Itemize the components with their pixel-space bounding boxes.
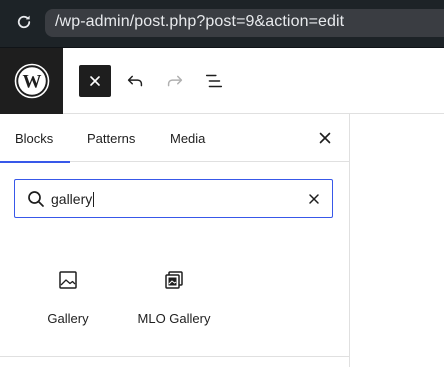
- wordpress-logo-icon[interactable]: W: [0, 48, 63, 114]
- inserter-tabs: Blocks Patterns Media: [0, 114, 349, 163]
- search-input-value[interactable]: gallery: [51, 191, 94, 207]
- block-inserter-panel: Blocks Patterns Media gallery Gallery ML…: [0, 114, 350, 367]
- address-bar-url[interactable]: /wp-admin/post.php?post=9&action=edit: [55, 13, 344, 31]
- tab-blocks[interactable]: Blocks: [0, 114, 70, 163]
- block-item-gallery[interactable]: Gallery: [18, 269, 118, 327]
- redo-button[interactable]: [159, 65, 191, 97]
- list-view-icon: [205, 74, 223, 88]
- redo-icon: [167, 75, 183, 87]
- list-view-button[interactable]: [198, 65, 230, 97]
- block-item-mlo-gallery[interactable]: MLO Gallery: [124, 269, 224, 327]
- reload-icon[interactable]: [13, 11, 35, 33]
- mlo-gallery-icon: [163, 269, 185, 291]
- block-item-label: MLO Gallery: [137, 311, 211, 326]
- search-icon: [26, 189, 46, 209]
- block-item-label: Gallery: [47, 311, 89, 326]
- tab-patterns[interactable]: Patterns: [87, 114, 135, 162]
- clear-search-button[interactable]: [303, 188, 325, 210]
- svg-text:W: W: [22, 72, 41, 93]
- editor-header: W: [0, 48, 444, 114]
- close-icon: [319, 132, 331, 144]
- undo-button[interactable]: [119, 65, 151, 97]
- divider: [0, 356, 349, 357]
- gallery-icon: [57, 269, 79, 291]
- tab-media[interactable]: Media: [170, 114, 205, 162]
- close-inserter-button[interactable]: [312, 124, 338, 152]
- browser-toolbar: /wp-admin/post.php?post=9&action=edit: [0, 0, 444, 48]
- undo-icon: [127, 75, 143, 87]
- close-icon: [309, 194, 319, 204]
- block-search-input[interactable]: gallery: [14, 179, 333, 218]
- close-icon: [90, 76, 100, 86]
- toggle-inserter-button[interactable]: [79, 65, 111, 97]
